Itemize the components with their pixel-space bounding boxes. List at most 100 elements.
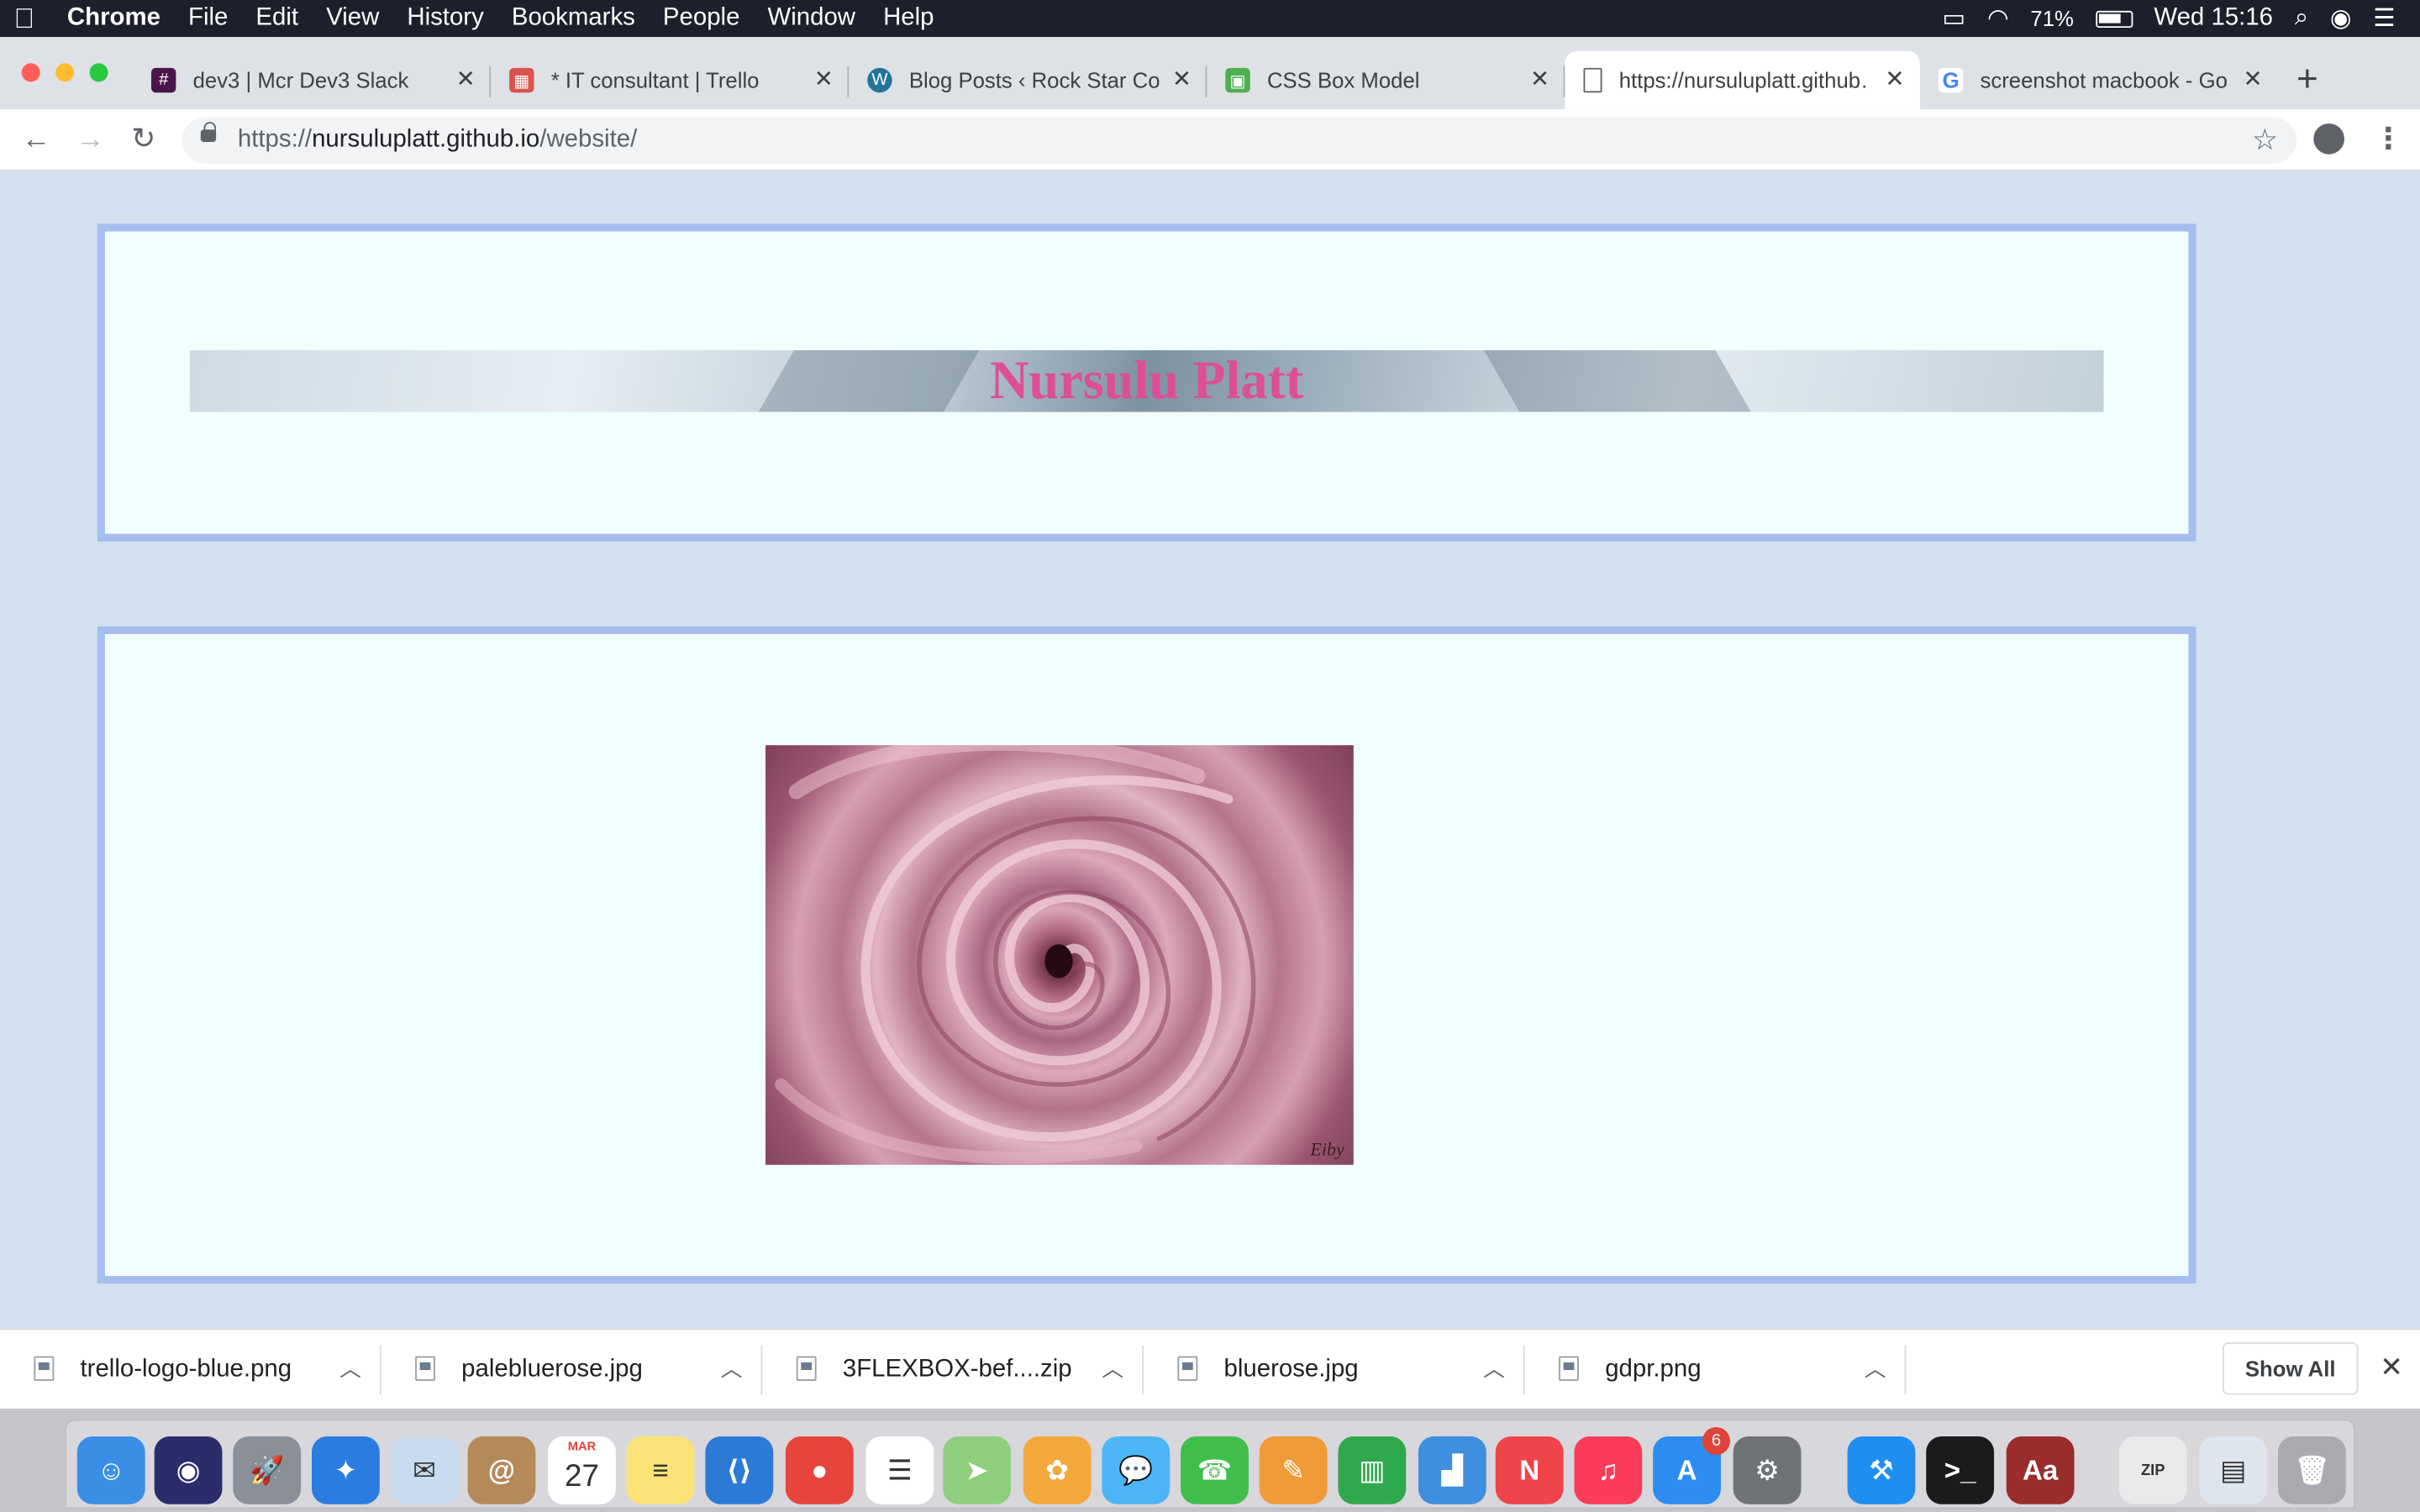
show-all-button[interactable]: Show All (2222, 1341, 2359, 1395)
kebab-menu-icon[interactable]: ⋮ (2374, 125, 2403, 155)
archive-file-icon[interactable]: ZIP (2118, 1436, 2187, 1504)
tab-css-box-model[interactable]: ▣ CSS Box Model ✕ (1210, 51, 1565, 110)
apple-icon[interactable]:  (0, 0, 49, 37)
calendar-icon[interactable]: MAR 27 (548, 1436, 616, 1504)
tab-strip: # dev3 | Mcr Dev3 Slack ✕ ▦ * IT consult… (0, 37, 2420, 110)
app-store-icon[interactable]: A6 (1653, 1426, 1730, 1504)
notification-center-icon[interactable]: ☰ (2373, 3, 2395, 34)
downloads-stack-icon[interactable]: ▤ (2199, 1436, 2268, 1504)
close-icon[interactable]: ✕ (1530, 68, 1549, 92)
address-bar[interactable]: https://nursuluplatt.github.io/website/ … (182, 117, 2297, 164)
menu-people[interactable]: People (649, 0, 754, 37)
music-icon[interactable]: ♫ (1574, 1436, 1643, 1504)
tab-slack[interactable]: # dev3 | Mcr Dev3 Slack ✕ (136, 51, 492, 110)
lock-icon[interactable] (200, 122, 217, 142)
chevron-up-icon[interactable]: ︿ (339, 1353, 361, 1384)
mail-icon[interactable]: ✉ (390, 1436, 459, 1504)
vscode-icon[interactable]: ⟨⟩ (705, 1436, 774, 1504)
chevron-up-icon[interactable]: ︿ (1102, 1353, 1123, 1384)
trash-icon[interactable]: 🗑 (2278, 1436, 2346, 1504)
photos-icon[interactable]: ✿ (1023, 1436, 1092, 1504)
trash-glyph: 🗑 (2294, 1454, 2330, 1485)
numbers-icon[interactable]: ▥ (1338, 1436, 1407, 1504)
notification-badge: 6 (1702, 1426, 1730, 1456)
siri-icon[interactable]: ◉ (154, 1436, 223, 1504)
finder-icon[interactable]: ☺ (76, 1436, 145, 1504)
bookmark-star-icon[interactable]: ☆ (2252, 123, 2278, 159)
menu-help[interactable]: Help (870, 0, 949, 37)
terminal-icon[interactable]: >_ (1926, 1436, 1995, 1504)
url-path: /website/ (539, 126, 638, 153)
chevron-up-icon[interactable]: ︿ (1865, 1353, 1886, 1384)
chrome-icon[interactable]: ● (785, 1436, 854, 1504)
address-url[interactable]: https://nursuluplatt.github.io/website/ (238, 127, 637, 155)
chevron-up-icon[interactable]: ︿ (721, 1353, 743, 1384)
keynote-icon[interactable]: ▟ (1418, 1436, 1486, 1504)
chevron-up-icon[interactable]: ︿ (1483, 1353, 1505, 1384)
menu-edit[interactable]: Edit (242, 0, 313, 37)
dictionary-icon[interactable]: Aa (2006, 1436, 2075, 1504)
tab-wordpress[interactable]: W Blog Posts ‹ Rock Star Co… ✕ (852, 51, 1207, 110)
tab-nursuluplatt-active[interactable]: https://nursuluplatt.github… ✕ (1565, 50, 1920, 110)
forward-arrow-icon[interactable]: → (76, 125, 105, 155)
notes-icon[interactable]: ≡ (626, 1436, 695, 1504)
new-tab-icon[interactable]: + (2296, 61, 2318, 98)
download-item[interactable]: bluerose.jpg ︿ (1144, 1330, 1525, 1410)
menubar-status-area: ▭ ◠ 71% Wed 15:16 ⌕ ◉ ☰ (1943, 0, 2420, 37)
xcode-icon[interactable]: ⚒ (1847, 1436, 1916, 1504)
download-item[interactable]: trello-logo-blue.png ︿ (0, 1330, 381, 1410)
zoom-window-button[interactable] (89, 63, 108, 82)
close-icon[interactable]: ✕ (814, 68, 834, 92)
pages-icon[interactable]: ✎ (1259, 1436, 1328, 1504)
download-shelf: trello-logo-blue.png ︿ palebluerose.jpg … (0, 1328, 2420, 1409)
contacts-glyph: @ (487, 1454, 516, 1485)
safari-glyph: ✦ (334, 1454, 358, 1485)
messages-icon[interactable]: 💬 (1102, 1436, 1171, 1504)
spotlight-icon[interactable]: ⌕ (2295, 5, 2308, 33)
close-icon[interactable]: ✕ (2244, 68, 2263, 92)
close-icon[interactable]: ✕ (1885, 68, 1904, 92)
news-icon[interactable]: N (1495, 1436, 1564, 1504)
minimize-window-button[interactable] (55, 63, 75, 82)
close-icon[interactable]: ✕ (2380, 1352, 2403, 1384)
close-icon[interactable]: ✕ (456, 68, 476, 92)
safari-icon[interactable]: ✦ (312, 1436, 380, 1504)
download-item[interactable]: gdpr.png ︿ (1525, 1330, 1907, 1410)
menu-history[interactable]: History (393, 0, 497, 37)
music-glyph: ♫ (1597, 1454, 1619, 1485)
profile-avatar-icon[interactable] (2313, 123, 2344, 155)
menu-view[interactable]: View (313, 0, 393, 37)
page-icon (1583, 67, 1602, 93)
content-box: Eiby (97, 626, 2196, 1284)
siri-menubar-icon[interactable]: ◉ (2330, 3, 2352, 34)
launchpad-icon[interactable]: 🚀 (233, 1436, 302, 1504)
back-arrow-icon[interactable]: ← (22, 125, 51, 155)
tab-title: Blog Posts ‹ Rock Star Co… (908, 67, 1160, 93)
download-item[interactable]: 3FLEXBOX-bef....zip ︿ (762, 1330, 1144, 1410)
airplay-icon[interactable]: ▭ (1943, 3, 1966, 34)
close-icon[interactable]: ✕ (1172, 68, 1192, 92)
reminders-icon[interactable]: ☰ (865, 1436, 934, 1504)
photos-glyph: ✿ (1045, 1454, 1070, 1485)
zip-file-icon (796, 1356, 817, 1381)
battery-percent[interactable]: 71% (2030, 6, 2073, 30)
menu-app-name[interactable]: Chrome (49, 0, 175, 37)
facetime-icon[interactable]: ☎ (1181, 1436, 1249, 1504)
tab-google-search[interactable]: G screenshot macbook - Go… ✕ (1923, 51, 2278, 110)
tab-title: screenshot macbook - Go… (1980, 67, 2228, 93)
menubar-clock[interactable]: Wed 15:16 (2154, 5, 2273, 33)
battery-icon[interactable] (2095, 9, 2133, 28)
tab-trello[interactable]: ▦ * IT consultant | Trello ✕ (494, 51, 850, 110)
download-item[interactable]: palebluerose.jpg ︿ (381, 1330, 763, 1410)
system-preferences-icon[interactable]: ⚙ (1733, 1436, 1802, 1504)
pages-glyph: ✎ (1281, 1454, 1306, 1485)
contacts-icon[interactable]: @ (467, 1436, 536, 1504)
menu-window[interactable]: Window (754, 0, 870, 37)
wifi-icon[interactable]: ◠ (1987, 3, 2009, 34)
close-window-button[interactable] (21, 63, 40, 82)
maps-icon[interactable]: ➤ (943, 1436, 1012, 1504)
reload-icon[interactable]: ↻ (131, 125, 155, 155)
download-filename: trello-logo-blue.png (80, 1356, 292, 1383)
menu-file[interactable]: File (174, 0, 241, 37)
menu-bookmarks[interactable]: Bookmarks (497, 0, 649, 37)
